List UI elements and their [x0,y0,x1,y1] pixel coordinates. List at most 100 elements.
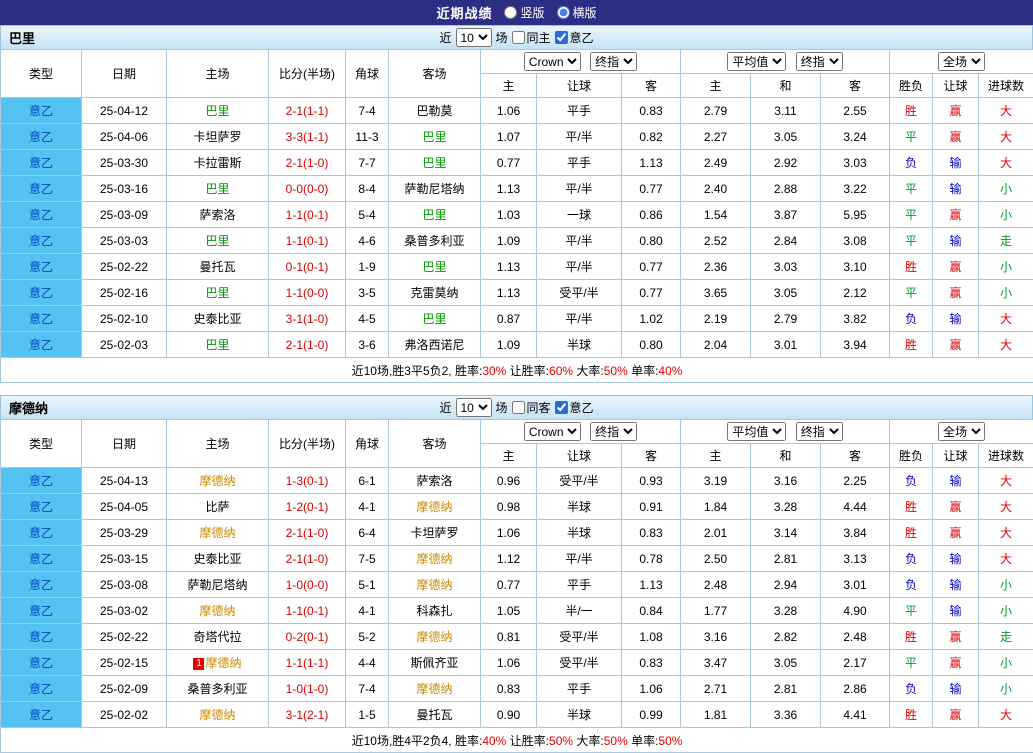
vertical-layout-option[interactable]: 竖版 [504,4,544,21]
home-team-link[interactable]: 史泰比亚 [167,546,269,572]
league-checkbox[interactable] [555,31,568,44]
away-team-link[interactable]: 萨勒尼塔纳 [389,176,481,202]
league-link[interactable]: 意乙 [1,572,82,598]
full-match-select[interactable]: 全场 [938,422,985,441]
home-team-link[interactable]: 巴里 [167,98,269,124]
home-team-link[interactable]: 史泰比亚 [167,306,269,332]
away-team-link[interactable]: 巴里 [389,202,481,228]
away-team-link[interactable]: 巴里 [389,306,481,332]
league-link[interactable]: 意乙 [1,494,82,520]
home-team-link[interactable]: 摩德纳 [167,598,269,624]
away-team-link[interactable]: 萨索洛 [389,468,481,494]
away-team-link[interactable]: 弗洛西诺尼 [389,332,481,358]
match-count-select[interactable]: 10 [455,28,491,47]
match-score-link[interactable]: 1-1(0-1) [269,598,346,624]
league-link[interactable]: 意乙 [1,468,82,494]
league-link[interactable]: 意乙 [1,702,82,728]
match-score-link[interactable]: 1-1(0-1) [269,228,346,254]
league-link[interactable]: 意乙 [1,598,82,624]
match-score-link[interactable]: 0-1(0-1) [269,254,346,280]
away-team-link[interactable]: 摩德纳 [389,572,481,598]
match-score-link[interactable]: 2-1(1-0) [269,332,346,358]
away-team-link[interactable]: 摩德纳 [389,676,481,702]
home-team-link[interactable]: 曼托瓦 [167,254,269,280]
league-link[interactable]: 意乙 [1,176,82,202]
handicap-time-select[interactable]: 终指 [590,52,637,71]
home-team-link[interactable]: 卡拉雷斯 [167,150,269,176]
league-link[interactable]: 意乙 [1,546,82,572]
league-link[interactable]: 意乙 [1,202,82,228]
match-score-link[interactable]: 3-3(1-1) [269,124,346,150]
match-score-link[interactable]: 2-1(1-0) [269,150,346,176]
average-time-select[interactable]: 终指 [796,422,843,441]
average-time-select[interactable]: 终指 [796,52,843,71]
league-link[interactable]: 意乙 [1,98,82,124]
full-match-select[interactable]: 全场 [938,52,985,71]
match-score-link[interactable]: 1-1(0-0) [269,280,346,306]
home-team-link[interactable]: 巴里 [167,228,269,254]
match-score-link[interactable]: 3-1(2-1) [269,702,346,728]
league-link[interactable]: 意乙 [1,306,82,332]
away-team-link[interactable]: 桑普多利亚 [389,228,481,254]
odds-provider-select[interactable]: Crown [524,422,581,441]
average-odds-select[interactable]: 平均值 [727,422,786,441]
away-team-link[interactable]: 曼托瓦 [389,702,481,728]
match-score-link[interactable]: 1-3(0-1) [269,468,346,494]
match-score-link[interactable]: 0-0(0-0) [269,176,346,202]
same-venue-filter[interactable]: 同客 [512,399,551,416]
match-count-select[interactable]: 10 [455,398,491,417]
horizontal-layout-radio[interactable] [557,6,570,19]
match-score-link[interactable]: 1-0(0-0) [269,572,346,598]
vertical-layout-radio[interactable] [504,6,517,19]
away-team-link[interactable]: 巴里 [389,254,481,280]
league-filter[interactable]: 意乙 [555,399,594,416]
league-link[interactable]: 意乙 [1,676,82,702]
away-team-link[interactable]: 摩德纳 [389,546,481,572]
odds-provider-select[interactable]: Crown [524,52,581,71]
match-score-link[interactable]: 1-2(0-1) [269,494,346,520]
away-team-link[interactable]: 摩德纳 [389,494,481,520]
league-checkbox[interactable] [555,401,568,414]
home-team-link[interactable]: 比萨 [167,494,269,520]
match-score-link[interactable]: 1-0(1-0) [269,676,346,702]
home-team-link[interactable]: 桑普多利亚 [167,676,269,702]
match-score-link[interactable]: 1-1(0-1) [269,202,346,228]
horizontal-layout-option[interactable]: 横版 [557,4,597,21]
home-team-link[interactable]: 摩德纳 [167,520,269,546]
home-team-link[interactable]: 1摩德纳 [167,650,269,676]
away-team-link[interactable]: 斯佩齐亚 [389,650,481,676]
league-link[interactable]: 意乙 [1,624,82,650]
match-score-link[interactable]: 3-1(1-0) [269,306,346,332]
home-team-link[interactable]: 萨索洛 [167,202,269,228]
away-team-link[interactable]: 克雷莫纳 [389,280,481,306]
home-team-link[interactable]: 摩德纳 [167,702,269,728]
league-link[interactable]: 意乙 [1,150,82,176]
league-link[interactable]: 意乙 [1,228,82,254]
home-team-link[interactable]: 奇塔代拉 [167,624,269,650]
league-link[interactable]: 意乙 [1,650,82,676]
league-filter[interactable]: 意乙 [555,29,594,46]
home-team-link[interactable]: 摩德纳 [167,468,269,494]
league-link[interactable]: 意乙 [1,254,82,280]
away-team-link[interactable]: 巴勒莫 [389,98,481,124]
home-team-link[interactable]: 巴里 [167,280,269,306]
match-score-link[interactable]: 2-1(1-0) [269,546,346,572]
match-score-link[interactable]: 0-2(0-1) [269,624,346,650]
match-score-link[interactable]: 2-1(1-0) [269,520,346,546]
league-link[interactable]: 意乙 [1,520,82,546]
home-team-link[interactable]: 巴里 [167,176,269,202]
away-team-link[interactable]: 卡坦萨罗 [389,520,481,546]
league-link[interactable]: 意乙 [1,332,82,358]
home-team-link[interactable]: 卡坦萨罗 [167,124,269,150]
same-venue-checkbox[interactable] [512,31,525,44]
match-score-link[interactable]: 2-1(1-1) [269,98,346,124]
away-team-link[interactable]: 摩德纳 [389,624,481,650]
away-team-link[interactable]: 科森扎 [389,598,481,624]
home-team-link[interactable]: 萨勒尼塔纳 [167,572,269,598]
league-link[interactable]: 意乙 [1,280,82,306]
away-team-link[interactable]: 巴里 [389,150,481,176]
match-score-link[interactable]: 1-1(1-1) [269,650,346,676]
home-team-link[interactable]: 巴里 [167,332,269,358]
away-team-link[interactable]: 巴里 [389,124,481,150]
same-venue-checkbox[interactable] [512,401,525,414]
